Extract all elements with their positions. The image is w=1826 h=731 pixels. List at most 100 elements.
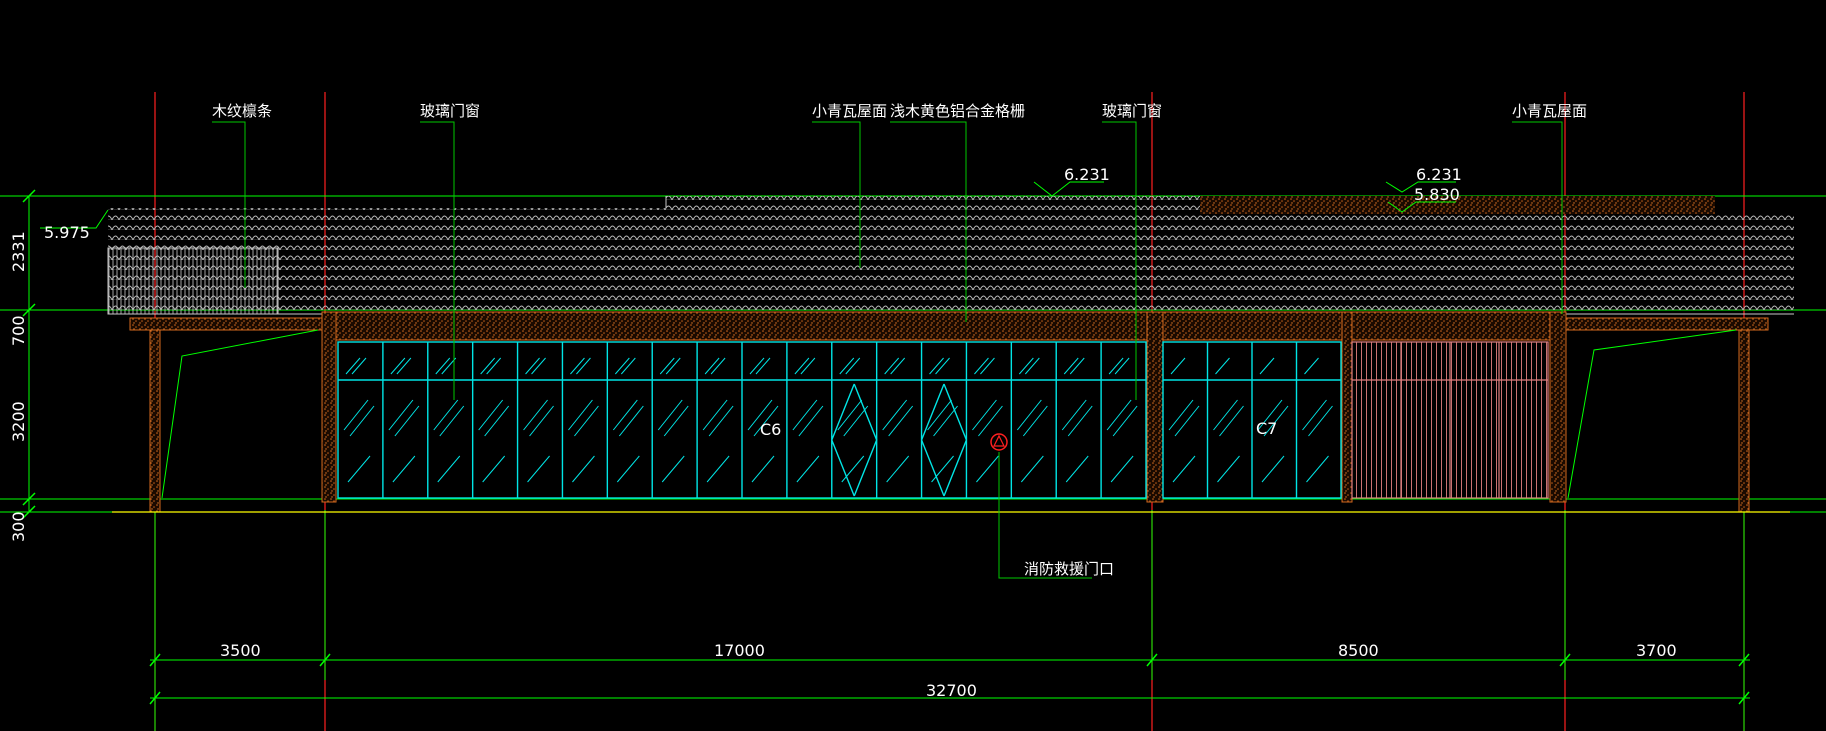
glass-hatch [1063,357,1079,375]
glass-hatch [484,405,510,437]
fire-rescue-symbol [990,433,1008,451]
door-swing [853,439,878,497]
door-swing [831,383,855,441]
roof [107,196,1794,315]
glass-hatch [1112,405,1138,437]
glass-hatch [351,357,367,375]
door-grille [1351,341,1549,499]
glass-hatch [618,405,644,437]
hdim-3700: 3700 [1636,641,1677,660]
vdim-2331: 2331 [9,231,28,272]
glass-hatch [974,357,989,375]
callout-glass-door-window-2: 玻璃门窗 [1102,102,1162,120]
glass-hatch [661,455,685,483]
glass-hatch [710,357,726,375]
glass-hatch [663,405,689,437]
glass-hatch [388,399,414,431]
glass-hatch [482,455,506,483]
door-swing [831,439,855,497]
glass-hatch [527,455,550,483]
glass-hatch [800,357,816,375]
glass-hatch [433,399,459,431]
glass-hatch [665,357,681,375]
glass-hatch [839,357,855,375]
glass-hatch [798,405,824,437]
glass-hatch [345,357,361,375]
glass-hatch [708,405,734,437]
glass-hatch [794,357,810,375]
glass-hatch [972,399,997,431]
glass-hatch [980,357,995,375]
glass-hatch [702,399,728,431]
glass-hatch [392,455,416,483]
glass-hatch [347,455,371,483]
glass-hatch [531,357,546,375]
glass-hatch [1261,455,1285,483]
glass-hatch [1016,399,1042,431]
glass-hatch [976,455,999,483]
glass-hatch [480,357,496,375]
callout-wood-purlin: 木纹檩条 [212,102,272,120]
glass-hatch [841,455,865,483]
glass-hatch [1302,399,1327,431]
glass-hatch [616,455,640,483]
glass-hatch [529,405,554,437]
window-tag-c7: C7 [1256,419,1277,438]
level-5975: 5.975 [44,223,90,242]
glass-hatch [349,405,375,437]
glass-hatch [523,399,548,431]
glass-hatch [1217,455,1240,483]
glass-hatch [525,357,540,375]
glass-hatch [435,357,451,375]
door-swing [943,439,968,497]
glass-hatch [659,357,675,375]
glass-hatch [612,399,638,431]
glass-hatch [1308,405,1333,437]
glass-hatch [882,399,908,431]
glass-hatch [890,357,906,375]
window-tag-c6: C6 [760,420,781,439]
glass-hatch [884,357,900,375]
glass-hatch [1108,357,1124,375]
glass-hatch [1067,405,1093,437]
callout-aluminum-grille: 浅木黄色铝合金格栅 [890,102,1025,120]
glass-hatch [620,357,636,375]
glass-hatch [1174,405,1200,437]
glass-hatch [704,357,720,375]
level-5830: 5.830 [1414,185,1460,204]
glass-hatch [1172,455,1196,483]
glass-hatch [931,455,954,483]
glass-hatch [1114,357,1130,375]
callout-fire-rescue-door: 消防救援门口 [1024,560,1114,578]
glass-hatch [755,357,771,375]
callout-tile-roof-1: 小青瓦屋面 [812,102,887,120]
glass-hatch [843,405,869,437]
glass-hatch [437,455,461,483]
glass-hatch [1065,455,1089,483]
glass-hatch [478,399,504,431]
glass-hatch [792,399,818,431]
door-swing [943,383,968,441]
glass-hatch [570,357,585,375]
glass-hatch [751,455,775,483]
glass-hatch [1110,455,1134,483]
glass-hatch [439,405,465,437]
glass-hatch [343,399,369,431]
glass-hatch [574,405,599,437]
glass-hatch [1170,357,1186,375]
overall-dim-32700: 32700 [926,681,977,700]
hdim-17000: 17000 [714,641,765,660]
glass-hatch [978,405,1003,437]
glass-hatch [796,455,820,483]
eaves [129,311,1769,341]
glass-hatch [394,405,420,437]
glass-hatch [886,455,910,483]
hdim-8500: 8500 [1338,641,1379,660]
glass-hatch [576,357,591,375]
hdim-3500: 3500 [220,641,261,660]
elevation-drawing: 木纹檩条 玻璃门窗 小青瓦屋面 浅木黄色铝合金格栅 玻璃门窗 小青瓦屋面 消防救… [0,92,1826,731]
glass-hatch [1213,399,1238,431]
glass-hatch [1018,357,1034,375]
glass-hatch [572,455,595,483]
glass-hatch [1215,357,1230,375]
